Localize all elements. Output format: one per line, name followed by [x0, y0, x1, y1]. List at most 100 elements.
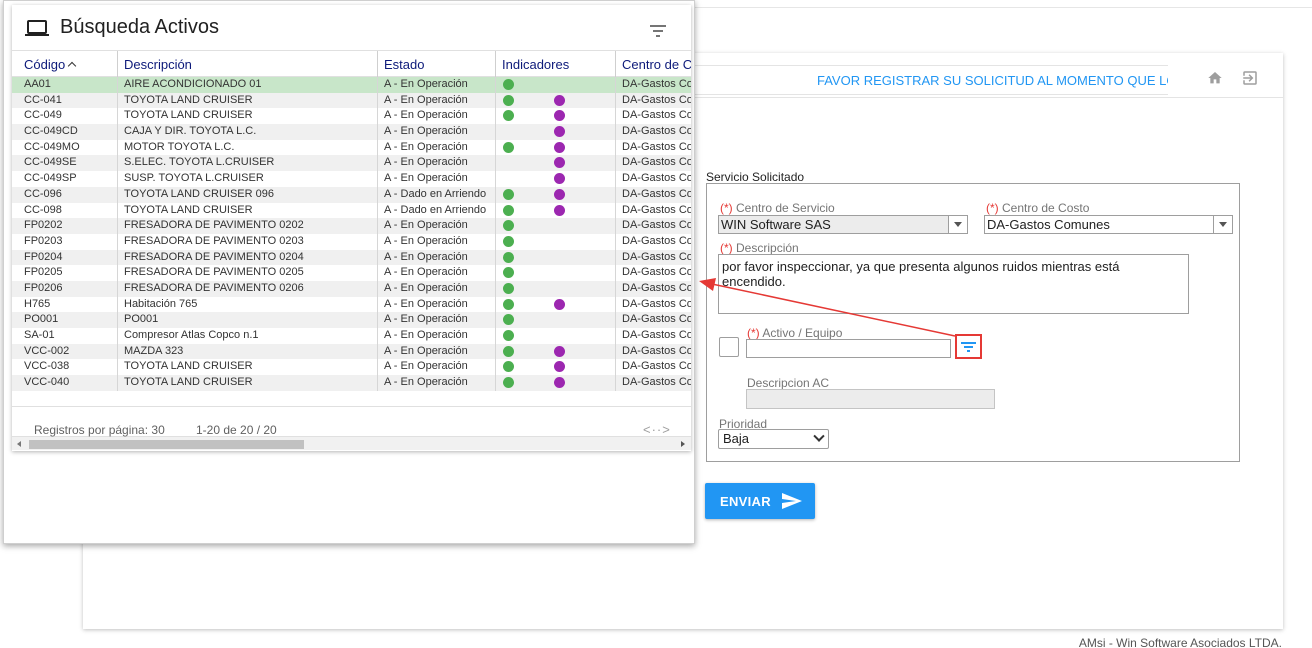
- asset-input[interactable]: [746, 339, 951, 358]
- pager-nav-button[interactable]: <··>: [643, 422, 671, 437]
- cell-desc: FRESADORA DE PAVIMENTO 0203: [118, 233, 378, 250]
- table-row[interactable]: CC-041 TOYOTA LAND CRUISER A - En Operació…: [12, 92, 691, 109]
- cell-code: FP0202: [12, 218, 118, 234]
- table-row[interactable]: PO001 PO001 A - En Operación DA-Gastos Co: [12, 312, 691, 328]
- top-strip: [694, 0, 1312, 8]
- table-row[interactable]: CC-049MO MOTOR TOYOTA L.C. A - En Operació…: [12, 139, 691, 156]
- scroll-left-icon[interactable]: [17, 441, 21, 447]
- indicator-green-dot: [503, 188, 514, 200]
- table-row[interactable]: FP0206 FRESADORA DE PAVIMENTO 0206 A - En …: [12, 280, 691, 297]
- cell-state: A - Dado en Arriendo: [378, 202, 496, 219]
- table-row[interactable]: H765 Habitación 765 A - En Operación DA-Gas…: [12, 296, 691, 313]
- table-row[interactable]: FP0204 FRESADORA DE PAVIMENTO 0204 A - En …: [12, 249, 691, 266]
- column-header-state[interactable]: Estado: [378, 51, 496, 77]
- description-textarea[interactable]: por favor inspeccionar, ya que presenta …: [718, 254, 1189, 314]
- cell-code: FP0203: [12, 233, 118, 250]
- table-row[interactable]: CC-096 TOYOTA LAND CRUISER 096 A - Dado en…: [12, 186, 691, 203]
- indicator-green-dot: [503, 314, 514, 326]
- home-icon[interactable]: [1207, 70, 1223, 86]
- table-row[interactable]: CC-098 TOYOTA LAND CRUISER A - Dado en Arr…: [12, 202, 691, 219]
- indicator-green-dot: [503, 94, 514, 106]
- scrollbar-thumb[interactable]: [29, 440, 304, 449]
- table-row[interactable]: AA01 AIRE ACONDICIONADO 01 A - En Operació…: [12, 77, 691, 93]
- cell-cc: DA-Gastos Co: [622, 313, 691, 326]
- indicator-green-dot: [503, 345, 514, 357]
- description-label: (*) Descripción: [720, 241, 799, 255]
- table-row[interactable]: FP0202 FRESADORA DE PAVIMENTO 0202 A - En …: [12, 218, 691, 234]
- cell-indicators: [496, 343, 616, 360]
- cell-desc: MAZDA 323: [118, 343, 378, 360]
- asset-checkbox[interactable]: [719, 337, 739, 357]
- cell-code: FP0206: [12, 280, 118, 297]
- cell-code: SA-01: [12, 328, 118, 344]
- cell-code: CC-049SE: [12, 155, 118, 172]
- asset-label: (*) Activo / Equipo: [747, 326, 843, 340]
- cell-cc: DA-Gastos Co: [622, 93, 691, 106]
- cell-indicators: [496, 139, 616, 156]
- filter-icon[interactable]: [649, 24, 667, 38]
- table-row[interactable]: CC-049 TOYOTA LAND CRUISER A - En Operació…: [12, 108, 691, 125]
- horizontal-scrollbar[interactable]: [12, 436, 691, 450]
- indicator-green-dot: [503, 110, 514, 122]
- cell-indicators: [496, 328, 616, 344]
- table-row[interactable]: FP0205 FRESADORA DE PAVIMENTO 0205 A - En …: [12, 265, 691, 281]
- indicator-green-dot: [503, 141, 514, 153]
- chevron-down-icon: [1213, 216, 1232, 233]
- indicator-green-dot: [503, 330, 514, 341]
- cell-state: A - En Operación: [378, 375, 496, 391]
- column-header-indicators[interactable]: Indicadores: [496, 51, 616, 77]
- table-row[interactable]: VCC-002 MAZDA 323 A - En Operación DA-Gasto…: [12, 343, 691, 360]
- exit-icon[interactable]: [1241, 69, 1259, 87]
- table-body: AA01 AIRE ACONDICIONADO 01 A - En Operació…: [12, 77, 691, 391]
- cell-state: A - En Operación: [378, 312, 496, 328]
- cell-cc: DA-Gastos Co: [622, 125, 691, 138]
- cell-cc: DA-Gastos Co: [622, 172, 691, 185]
- asset-description-label: Descripcion AC: [747, 376, 830, 390]
- table-row[interactable]: VCC-040 TOYOTA LAND CRUISER A - En Operaci…: [12, 375, 691, 391]
- cell-indicators: [496, 155, 616, 172]
- service-center-label: (*) Centro de Servicio: [720, 201, 835, 215]
- rows-per-page[interactable]: Registros por página: 30: [34, 423, 165, 437]
- column-header-description[interactable]: Descripción: [118, 51, 378, 77]
- cell-state: A - En Operación: [378, 155, 496, 172]
- cell-desc: SUSP. TOYOTA L.CRUISER: [118, 171, 378, 187]
- indicator-purple-dot: [554, 188, 565, 200]
- cell-state: A - En Operación: [378, 328, 496, 344]
- scroll-right-icon[interactable]: [681, 441, 685, 447]
- send-button[interactable]: ENVIAR: [705, 483, 815, 519]
- cell-desc: Compresor Atlas Copco n.1: [118, 328, 378, 344]
- asset-search-dialog: Búsqueda Activos Código Descripción Esta…: [3, 0, 695, 544]
- service-center-select[interactable]: WIN Software SAS: [718, 215, 968, 234]
- cell-desc: TOYOTA LAND CRUISER: [118, 359, 378, 376]
- cell-code: H765: [12, 296, 118, 313]
- cell-code: PO001: [12, 312, 118, 328]
- cell-indicators: [496, 92, 616, 109]
- sort-asc-icon: [67, 61, 77, 71]
- indicator-purple-dot: [554, 157, 565, 169]
- table-row[interactable]: FP0203 FRESADORA DE PAVIMENTO 0203 A - En …: [12, 233, 691, 250]
- chevron-down-icon: [948, 216, 967, 233]
- table-row[interactable]: CC-049CD CAJA Y DIR. TOYOTA L.C. A - En Op…: [12, 124, 691, 140]
- cell-cc: DA-Gastos Co: [622, 281, 691, 294]
- asset-search-panel: Búsqueda Activos Código Descripción Esta…: [12, 5, 691, 451]
- cell-cc: DA-Gastos Co: [622, 297, 691, 310]
- cell-code: CC-096: [12, 186, 118, 203]
- cell-indicators: [496, 280, 616, 297]
- indicator-purple-dot: [554, 110, 565, 122]
- table-row[interactable]: CC-049SE S.ELEC. TOYOTA L.CRUISER A - En O…: [12, 155, 691, 172]
- cell-desc: FRESADORA DE PAVIMENTO 0204: [118, 249, 378, 266]
- priority-select[interactable]: Baja: [718, 429, 829, 449]
- table-row[interactable]: SA-01 Compresor Atlas Copco n.1 A - En Ope…: [12, 328, 691, 344]
- table-row[interactable]: CC-049SP SUSP. TOYOTA L.CRUISER A - En Ope…: [12, 171, 691, 187]
- cell-state: A - En Operación: [378, 77, 496, 93]
- column-header-code[interactable]: Código: [12, 51, 118, 77]
- asset-filter-button[interactable]: [955, 334, 982, 359]
- table-row[interactable]: VCC-038 TOYOTA LAND CRUISER A - En Operaci…: [12, 359, 691, 376]
- cell-cc: DA-Gastos Co: [622, 234, 691, 247]
- cell-code: CC-049MO: [12, 139, 118, 156]
- cost-center-select[interactable]: DA-Gastos Comunes: [984, 215, 1233, 234]
- column-header-cost-center[interactable]: Centro de C: [616, 51, 691, 77]
- section-title: Servicio Solicitado: [706, 170, 805, 184]
- cell-code: VCC-002: [12, 343, 118, 360]
- cell-desc: TOYOTA LAND CRUISER 096: [118, 186, 378, 203]
